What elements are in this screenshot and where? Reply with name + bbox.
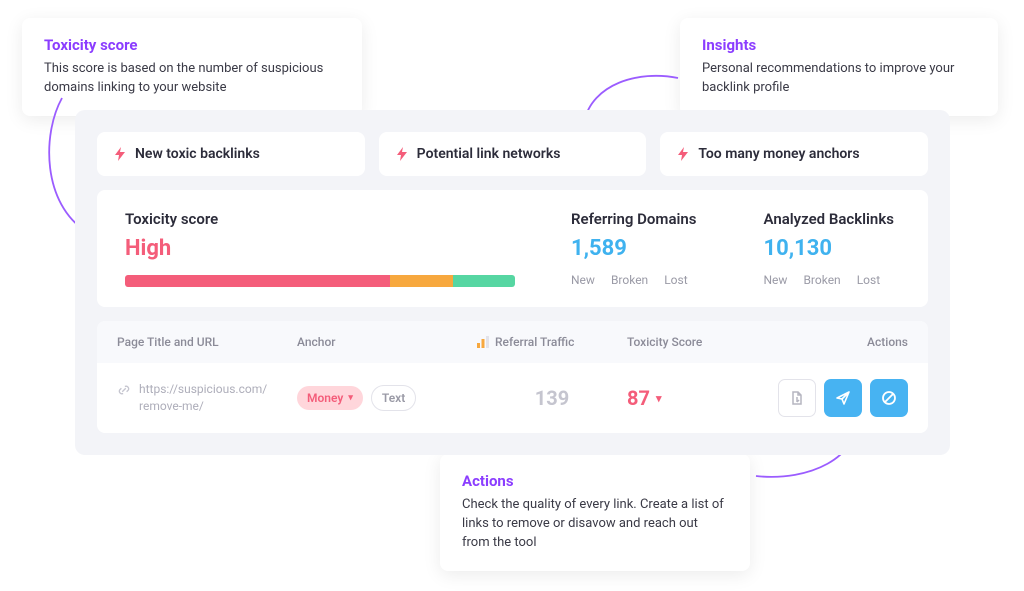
table-header: Page Title and URL Anchor Referral Traff… (97, 321, 928, 363)
cell-referral-traffic: 139 (477, 386, 627, 410)
callout-insights: Insights Personal recommendations to imp… (680, 18, 998, 116)
stat-toxicity: Toxicity score High (97, 190, 543, 307)
insight-card-link-networks[interactable]: Potential link networks (379, 132, 647, 176)
stat-sublinks: New Broken Lost (764, 273, 901, 287)
send-icon (835, 390, 851, 406)
pill-label: Money (307, 391, 343, 405)
seg-orange (390, 275, 452, 287)
sublink-new[interactable]: New (764, 273, 788, 287)
document-icon (789, 390, 805, 406)
anchor-pill-text[interactable]: Text (371, 385, 416, 411)
stat-title: Analyzed Backlinks (764, 210, 901, 228)
backlinks-table: Page Title and URL Anchor Referral Traff… (97, 321, 928, 433)
th-page[interactable]: Page Title and URL (117, 335, 297, 349)
th-actions: Actions (767, 335, 908, 349)
export-button[interactable] (778, 379, 816, 417)
chevron-down-icon: ▾ (656, 392, 662, 405)
insights-row: New toxic backlinks Potential link netwo… (97, 132, 928, 176)
th-label: Referral Traffic (495, 335, 574, 349)
bolt-icon (678, 147, 688, 161)
cell-anchor: Money ▾ Text (297, 385, 477, 411)
disavow-button[interactable] (870, 379, 908, 417)
callout-body: Check the quality of every link. Create … (462, 496, 728, 553)
callout-actions: Actions Check the quality of every link.… (440, 454, 750, 571)
sublink-lost[interactable]: Lost (664, 273, 687, 287)
stat-value: High (125, 236, 515, 261)
callout-title: Actions (462, 472, 728, 490)
insight-label: New toxic backlinks (135, 146, 260, 162)
stat-referring-domains: Referring Domains 1,589 New Broken Lost (543, 190, 736, 307)
th-toxicity-score[interactable]: Toxicity Score (627, 335, 767, 349)
dashboard-panel: New toxic backlinks Potential link netwo… (75, 110, 950, 455)
stat-value: 1,589 (571, 236, 708, 261)
chevron-down-icon: ▾ (348, 393, 353, 403)
ban-icon (881, 390, 897, 406)
send-button[interactable] (824, 379, 862, 417)
pill-label: Text (382, 391, 405, 405)
bolt-icon (397, 147, 407, 161)
bars-icon (477, 336, 489, 348)
stats-row: Toxicity score High Referring Domains 1,… (97, 190, 928, 307)
stat-title: Toxicity score (125, 210, 515, 228)
th-anchor[interactable]: Anchor (297, 335, 477, 349)
toxicity-bar (125, 275, 515, 287)
callout-body: This score is based on the number of sus… (44, 60, 340, 98)
cell-actions (767, 379, 908, 417)
callout-body: Personal recommendations to improve your… (702, 60, 976, 98)
sublink-broken[interactable]: Broken (803, 273, 840, 287)
insight-label: Potential link networks (417, 146, 561, 162)
tox-value: 87 (627, 386, 650, 410)
seg-red (125, 275, 390, 287)
sublink-lost[interactable]: Lost (857, 273, 880, 287)
cell-url-text: https://suspicious.com/ remove-me/ (139, 381, 267, 415)
table-row: https://suspicious.com/ remove-me/ Money… (97, 363, 928, 433)
stat-title: Referring Domains (571, 210, 708, 228)
stat-sublinks: New Broken Lost (571, 273, 708, 287)
callout-title: Insights (702, 36, 976, 54)
insight-label: Too many money anchors (698, 146, 859, 162)
cell-page-url[interactable]: https://suspicious.com/ remove-me/ (117, 381, 297, 415)
stat-analyzed-backlinks: Analyzed Backlinks 10,130 New Broken Los… (736, 190, 929, 307)
sublink-broken[interactable]: Broken (611, 273, 648, 287)
link-icon (117, 383, 131, 397)
anchor-pill-money[interactable]: Money ▾ (297, 386, 363, 410)
cell-toxicity-score[interactable]: 87 ▾ (627, 386, 767, 410)
th-referral-traffic[interactable]: Referral Traffic (477, 335, 627, 349)
stat-value: 10,130 (764, 236, 901, 261)
sublink-new[interactable]: New (571, 273, 595, 287)
callout-title: Toxicity score (44, 36, 340, 54)
insight-card-money-anchors[interactable]: Too many money anchors (660, 132, 928, 176)
bolt-icon (115, 147, 125, 161)
insight-card-toxic-backlinks[interactable]: New toxic backlinks (97, 132, 365, 176)
seg-green (453, 275, 515, 287)
